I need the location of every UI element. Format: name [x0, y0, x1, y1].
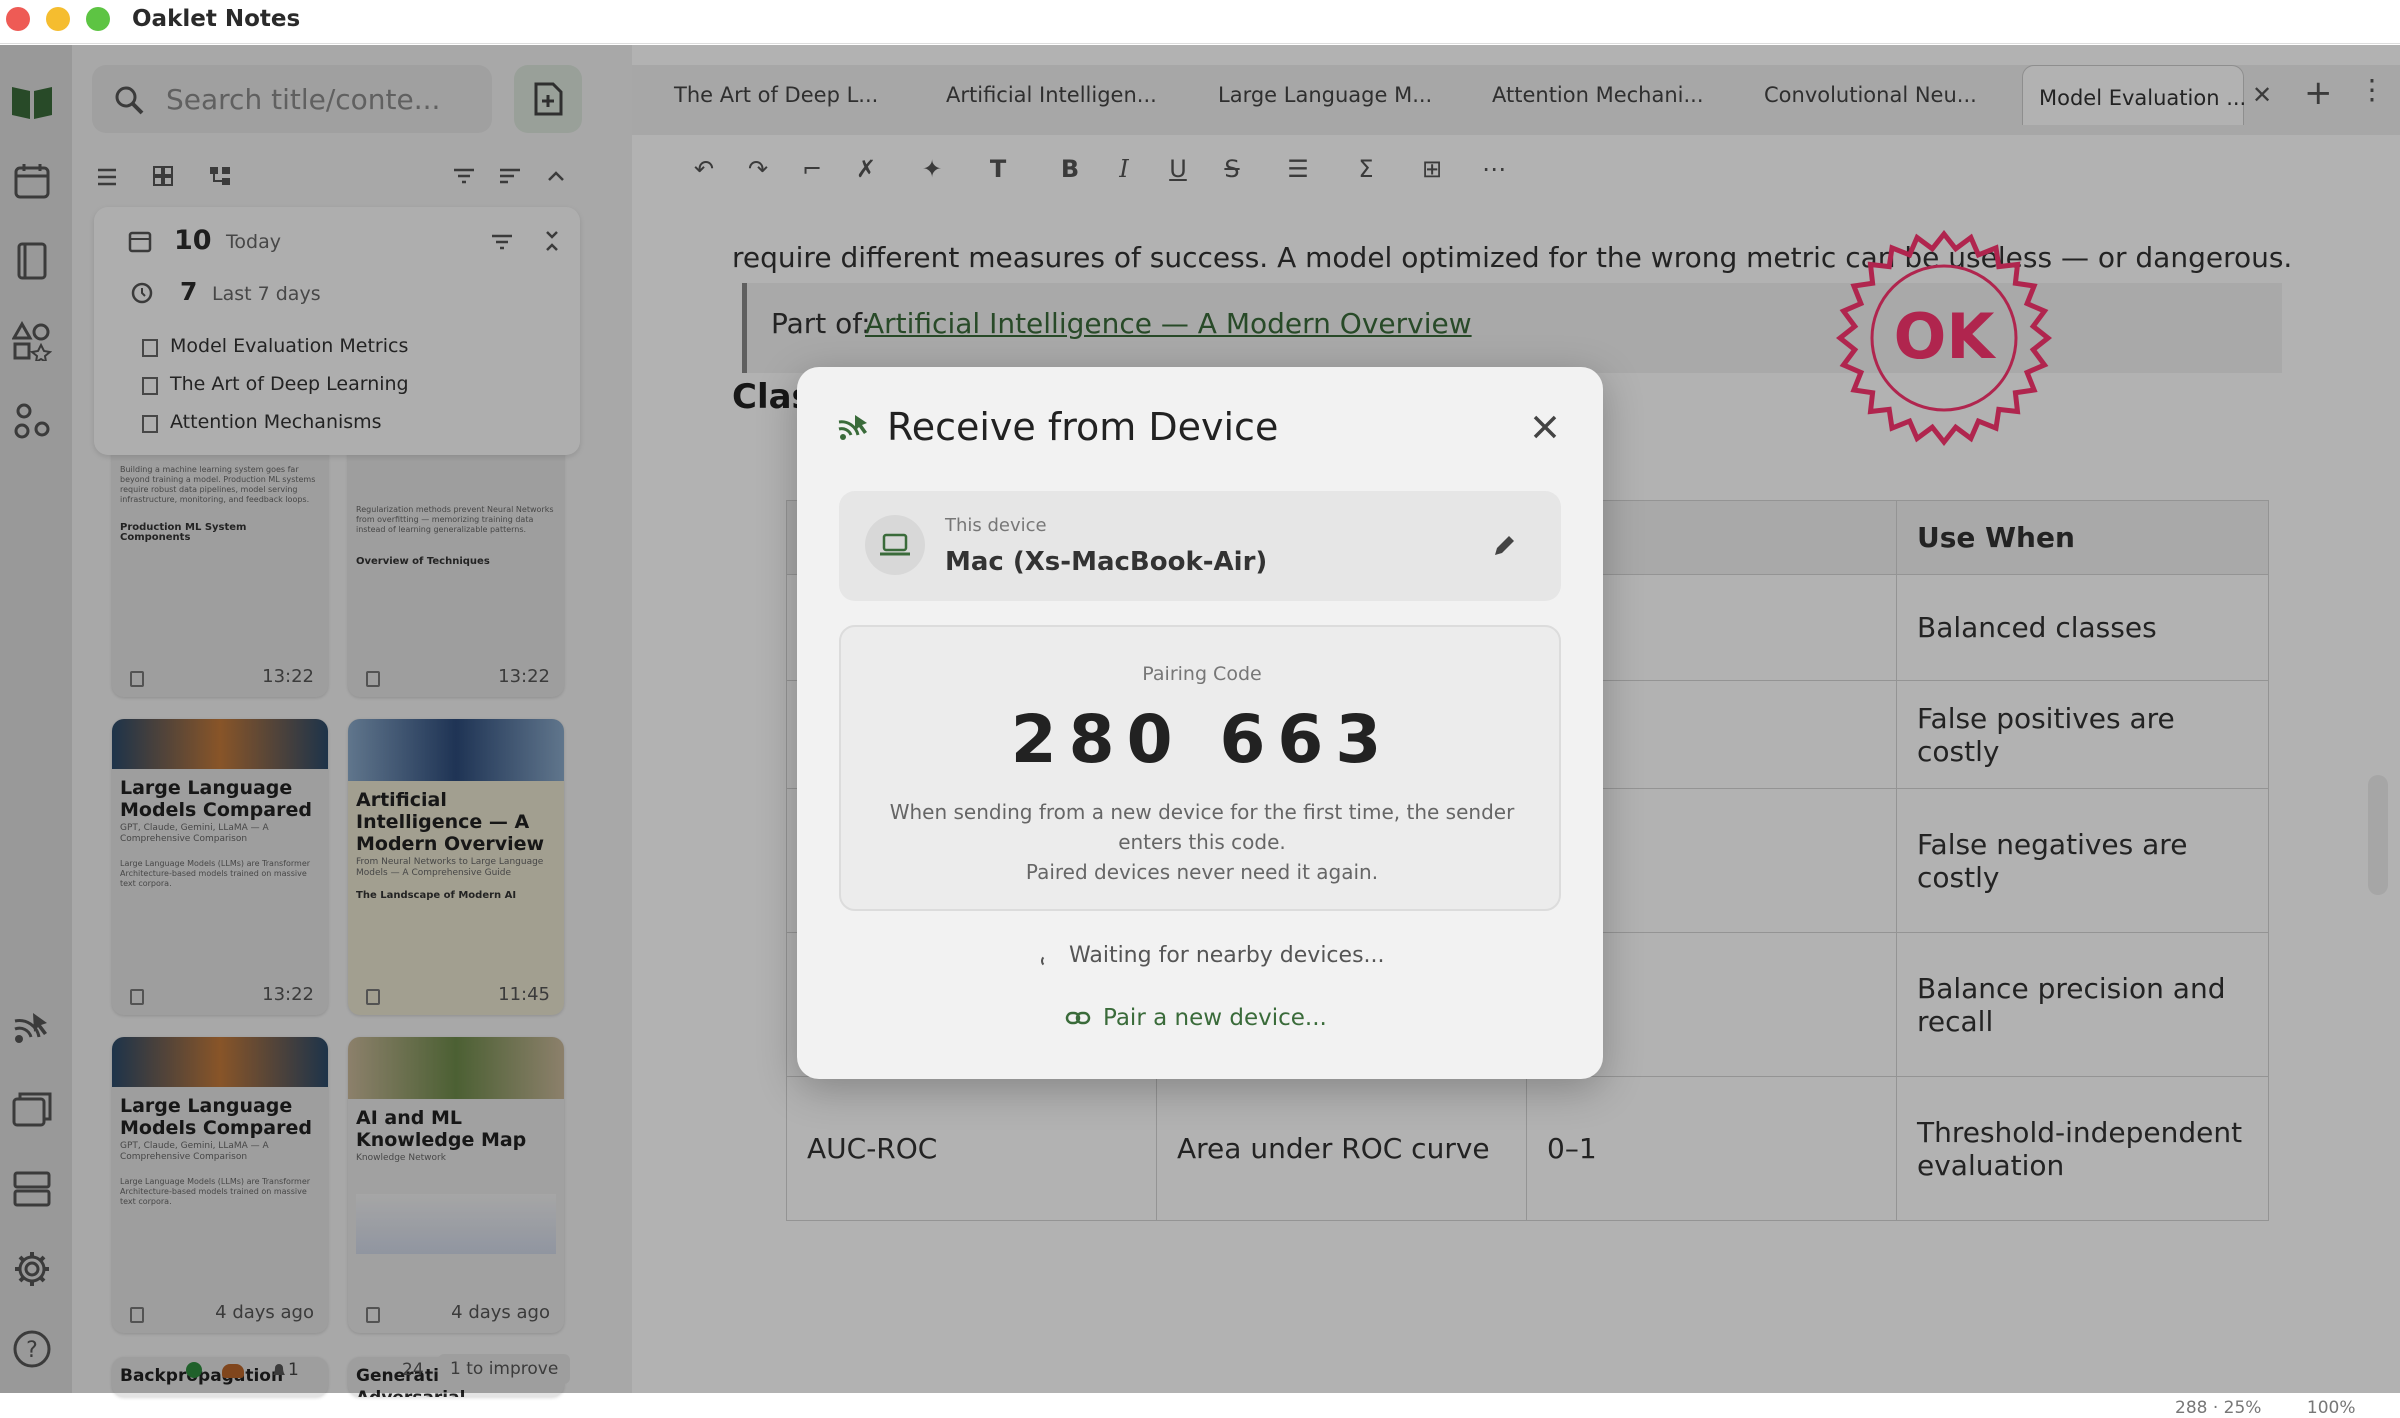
stamp-text: OK — [1894, 300, 1997, 373]
pair-new-device-link[interactable]: Pair a new device... — [1065, 1005, 1327, 1031]
pair-new-label: Pair a new device... — [1103, 1005, 1327, 1031]
loading-spinner — [1041, 955, 1053, 967]
minimize-window-button[interactable] — [46, 7, 70, 31]
receive-device-icon — [838, 415, 867, 440]
link-icon — [1065, 1011, 1091, 1025]
dialog-title: Receive from Device — [887, 405, 1279, 449]
device-avatar — [865, 515, 925, 575]
laptop-icon — [880, 533, 910, 556]
edit-pencil-icon[interactable] — [1491, 533, 1517, 559]
pairing-description: When sending from a new device for the f… — [881, 797, 1523, 887]
pairing-description-line2: Paired devices never need it again. — [1025, 860, 1379, 884]
ok-stamp: OK — [1836, 230, 2052, 446]
window-titlebar: Oaklet Notes — [0, 0, 2400, 44]
waiting-status: Waiting for nearby devices... — [1069, 943, 1385, 968]
read-progress: 25% — [2223, 1398, 2262, 1418]
pairing-code-panel: Pairing Code 280 663 When sending from a… — [839, 625, 1561, 911]
close-icon[interactable] — [1525, 407, 1565, 447]
pairing-label: Pairing Code — [1142, 663, 1262, 685]
close-window-button[interactable] — [6, 7, 30, 31]
device-label: This device — [945, 515, 1047, 536]
this-device-card: This device Mac (Xs-MacBook-Air) — [839, 491, 1561, 601]
editor-status: 288 · 25% 100% — [2175, 1398, 2356, 1418]
pairing-description-line1: When sending from a new device for the f… — [889, 800, 1515, 854]
receive-from-device-dialog: Receive from Device This device Mac (Xs-… — [797, 367, 1603, 1079]
word-count: 288 — [2175, 1398, 2208, 1418]
pairing-code: 280 663 — [1010, 701, 1394, 778]
app-title: Oaklet Notes — [132, 6, 301, 32]
zoom-level[interactable]: 100% — [2307, 1398, 2356, 1418]
device-name: Mac (Xs-MacBook-Air) — [945, 547, 1268, 577]
zoom-window-button[interactable] — [86, 7, 110, 31]
